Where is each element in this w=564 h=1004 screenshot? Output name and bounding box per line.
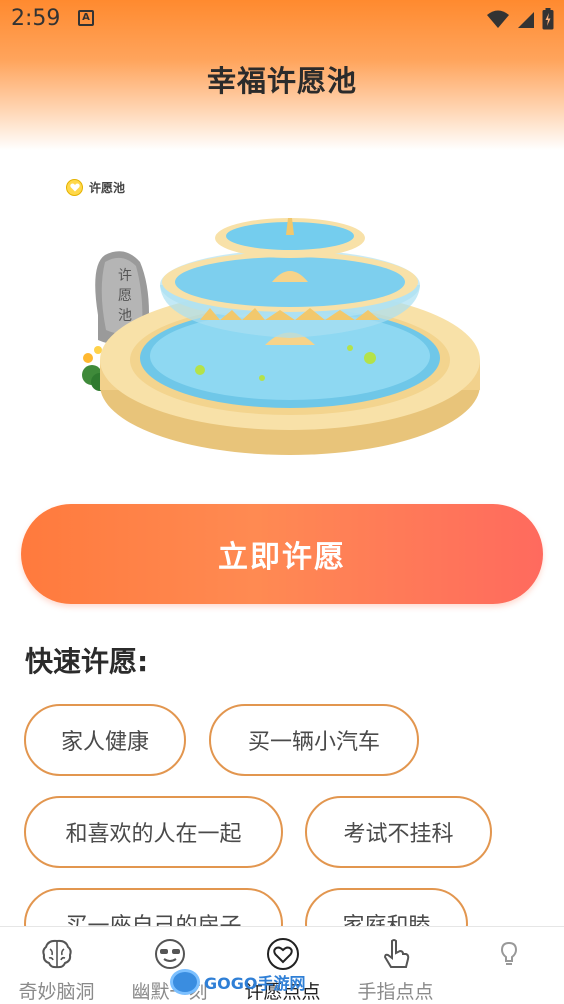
status-icons — [486, 8, 554, 30]
quick-wish-title: 快速许愿: — [25, 645, 149, 678]
quick-wish-chip[interactable]: 考试不挂科 — [305, 796, 492, 868]
wifi-icon — [487, 10, 509, 28]
nav-label: 奇妙脑洞 — [18, 981, 95, 1003]
watermark-logo-icon — [170, 969, 200, 995]
watermark-text: GOGO手游网 — [204, 974, 306, 993]
nav-item-bulb[interactable] — [452, 927, 564, 1004]
nav-label: 手指点点 — [357, 981, 434, 1003]
page-title: 幸福许愿池 — [206, 64, 357, 98]
quick-wish-chip[interactable]: 买一辆小汽车 — [209, 704, 419, 776]
quick-wish-chip[interactable]: 家人健康 — [24, 704, 186, 776]
signal-icon — [518, 12, 534, 28]
status-bar: 2:59 A — [0, 0, 564, 40]
bulb-icon — [500, 941, 517, 965]
stone-char-3: 池 — [118, 308, 132, 324]
fountain-illustration: 许 愿 池 — [82, 218, 480, 455]
nav-item-brain[interactable]: 奇妙脑洞 — [0, 927, 113, 1004]
a-icon: A — [78, 10, 94, 26]
status-time: 2:59 — [11, 6, 61, 31]
battery-icon — [542, 8, 554, 30]
quick-wish-chip[interactable]: 和喜欢的人在一起 — [24, 796, 283, 868]
stone-char-2: 愿 — [118, 288, 132, 304]
finger-pointer-icon — [383, 939, 409, 968]
make-wish-button[interactable]: 立即许愿 — [21, 504, 543, 604]
stone-char-1: 许 — [118, 268, 132, 284]
brain-icon — [41, 939, 72, 969]
nav-item-finger[interactable]: 手指点点 — [339, 927, 452, 1004]
watermark: GOGO手游网 — [170, 966, 305, 998]
